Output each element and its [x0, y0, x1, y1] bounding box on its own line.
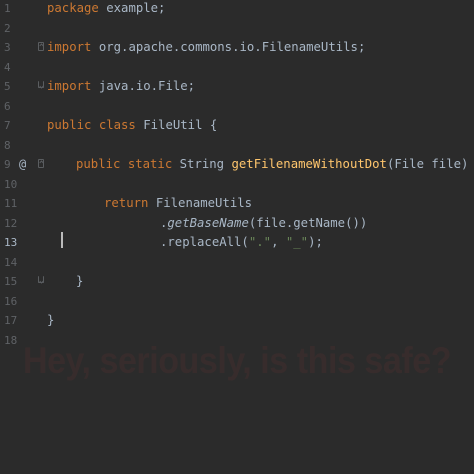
- line-number-text: 9: [4, 158, 11, 171]
- line-number: 6: [0, 97, 46, 117]
- line-number-text: 11: [4, 197, 18, 210]
- line-number-text: 3: [4, 41, 11, 54]
- line-number: 9 @: [0, 155, 46, 175]
- closing-brace: }: [76, 274, 84, 288]
- keyword: return: [104, 196, 149, 210]
- line-number-text: 1: [4, 2, 11, 15]
- code-text: example;: [98, 1, 166, 15]
- line-gutter: 1 2 3 4 5 6 7 8 9 @ 10 11 12 13 14 15 16 …: [0, 0, 46, 474]
- code-line-11[interactable]: return FilenameUtils: [104, 194, 252, 214]
- code-text: );: [308, 235, 323, 249]
- line-number: 17: [0, 311, 46, 331]
- line-number-text: 18: [4, 333, 18, 347]
- code-line-9[interactable]: public static String getFilenameWithoutD…: [76, 155, 474, 175]
- line-number-text: 4: [4, 60, 11, 74]
- line-number: 4: [0, 58, 46, 78]
- code-text: .replaceAll(: [160, 235, 249, 249]
- line-number-text: 16: [4, 294, 18, 308]
- type-name: String: [172, 157, 232, 171]
- line-number-text: 14: [4, 255, 18, 269]
- line-number-text: 6: [4, 99, 11, 113]
- keyword: import: [47, 40, 92, 54]
- line-number: 1: [0, 0, 46, 19]
- code-editor[interactable]: 1 2 3 4 5 6 7 8 9 @ 10 11 12 13 14 15 16 …: [0, 0, 474, 474]
- line-number: 14: [0, 253, 46, 273]
- line-number-text: 12: [4, 216, 18, 230]
- keyword: package: [47, 1, 99, 15]
- code-text: (File file) {: [386, 157, 474, 171]
- line-number-current: 13: [0, 233, 46, 253]
- line-number: 2: [0, 19, 46, 39]
- line-number-text: 8: [4, 138, 11, 152]
- code-line-17[interactable]: }: [47, 311, 54, 331]
- line-number: 15: [0, 272, 46, 292]
- fold-open-icon[interactable]: [38, 42, 44, 51]
- fold-open-icon[interactable]: [38, 159, 44, 168]
- code-line-7[interactable]: public class FileUtil {: [47, 116, 217, 136]
- line-number: 5: [0, 77, 46, 97]
- line-number: 8: [0, 136, 46, 156]
- line-number-text: 2: [4, 21, 11, 35]
- line-number: 10: [0, 175, 46, 195]
- fold-close-icon[interactable]: [38, 81, 44, 88]
- line-number-text: 15: [4, 275, 18, 288]
- code-line-15[interactable]: }: [76, 272, 83, 292]
- code-text: FileUtil {: [135, 118, 218, 132]
- override-annotation-icon[interactable]: @: [19, 155, 26, 175]
- line-number: 12: [0, 214, 46, 234]
- closing-brace: }: [47, 313, 55, 327]
- line-number-text: 7: [4, 119, 11, 132]
- line-number: 3: [0, 38, 46, 58]
- code-text: java.io.File;: [91, 79, 196, 93]
- code-line-12[interactable]: .getBaseName(file.getName()): [160, 214, 367, 234]
- line-number: 11: [0, 194, 46, 214]
- code-text: ,: [271, 235, 286, 249]
- code-line-1[interactable]: package example;: [47, 0, 165, 19]
- code-text: (file.getName()): [248, 215, 368, 230]
- code-text: FilenameUtils: [148, 196, 253, 210]
- line-number: 7: [0, 116, 46, 136]
- static-method-call: getBaseName: [167, 215, 249, 230]
- string-literal: "_": [285, 235, 309, 249]
- fold-close-icon[interactable]: [38, 276, 44, 283]
- keyword: public static: [76, 157, 173, 171]
- method-declaration: getFilenameWithoutDot: [231, 157, 387, 171]
- line-number-text: 10: [4, 177, 18, 191]
- overlay-caption: Hey, seriously, is this safe?: [22, 340, 452, 381]
- line-number-text: 17: [4, 314, 18, 327]
- line-number-text: 13: [4, 236, 18, 249]
- code-line-5[interactable]: import java.io.File;: [47, 77, 195, 97]
- code-text: org.apache.commons.io.FilenameUtils;: [91, 40, 366, 54]
- line-number-text: 5: [4, 80, 11, 93]
- code-line-13[interactable]: .replaceAll(".", "_");: [160, 233, 323, 253]
- keyword: import: [47, 79, 92, 93]
- keyword: public class: [47, 118, 136, 132]
- string-literal: ".": [248, 235, 272, 249]
- code-line-3[interactable]: import org.apache.commons.io.FilenameUti…: [47, 38, 365, 58]
- line-number: 16: [0, 292, 46, 312]
- text-caret: [61, 232, 63, 248]
